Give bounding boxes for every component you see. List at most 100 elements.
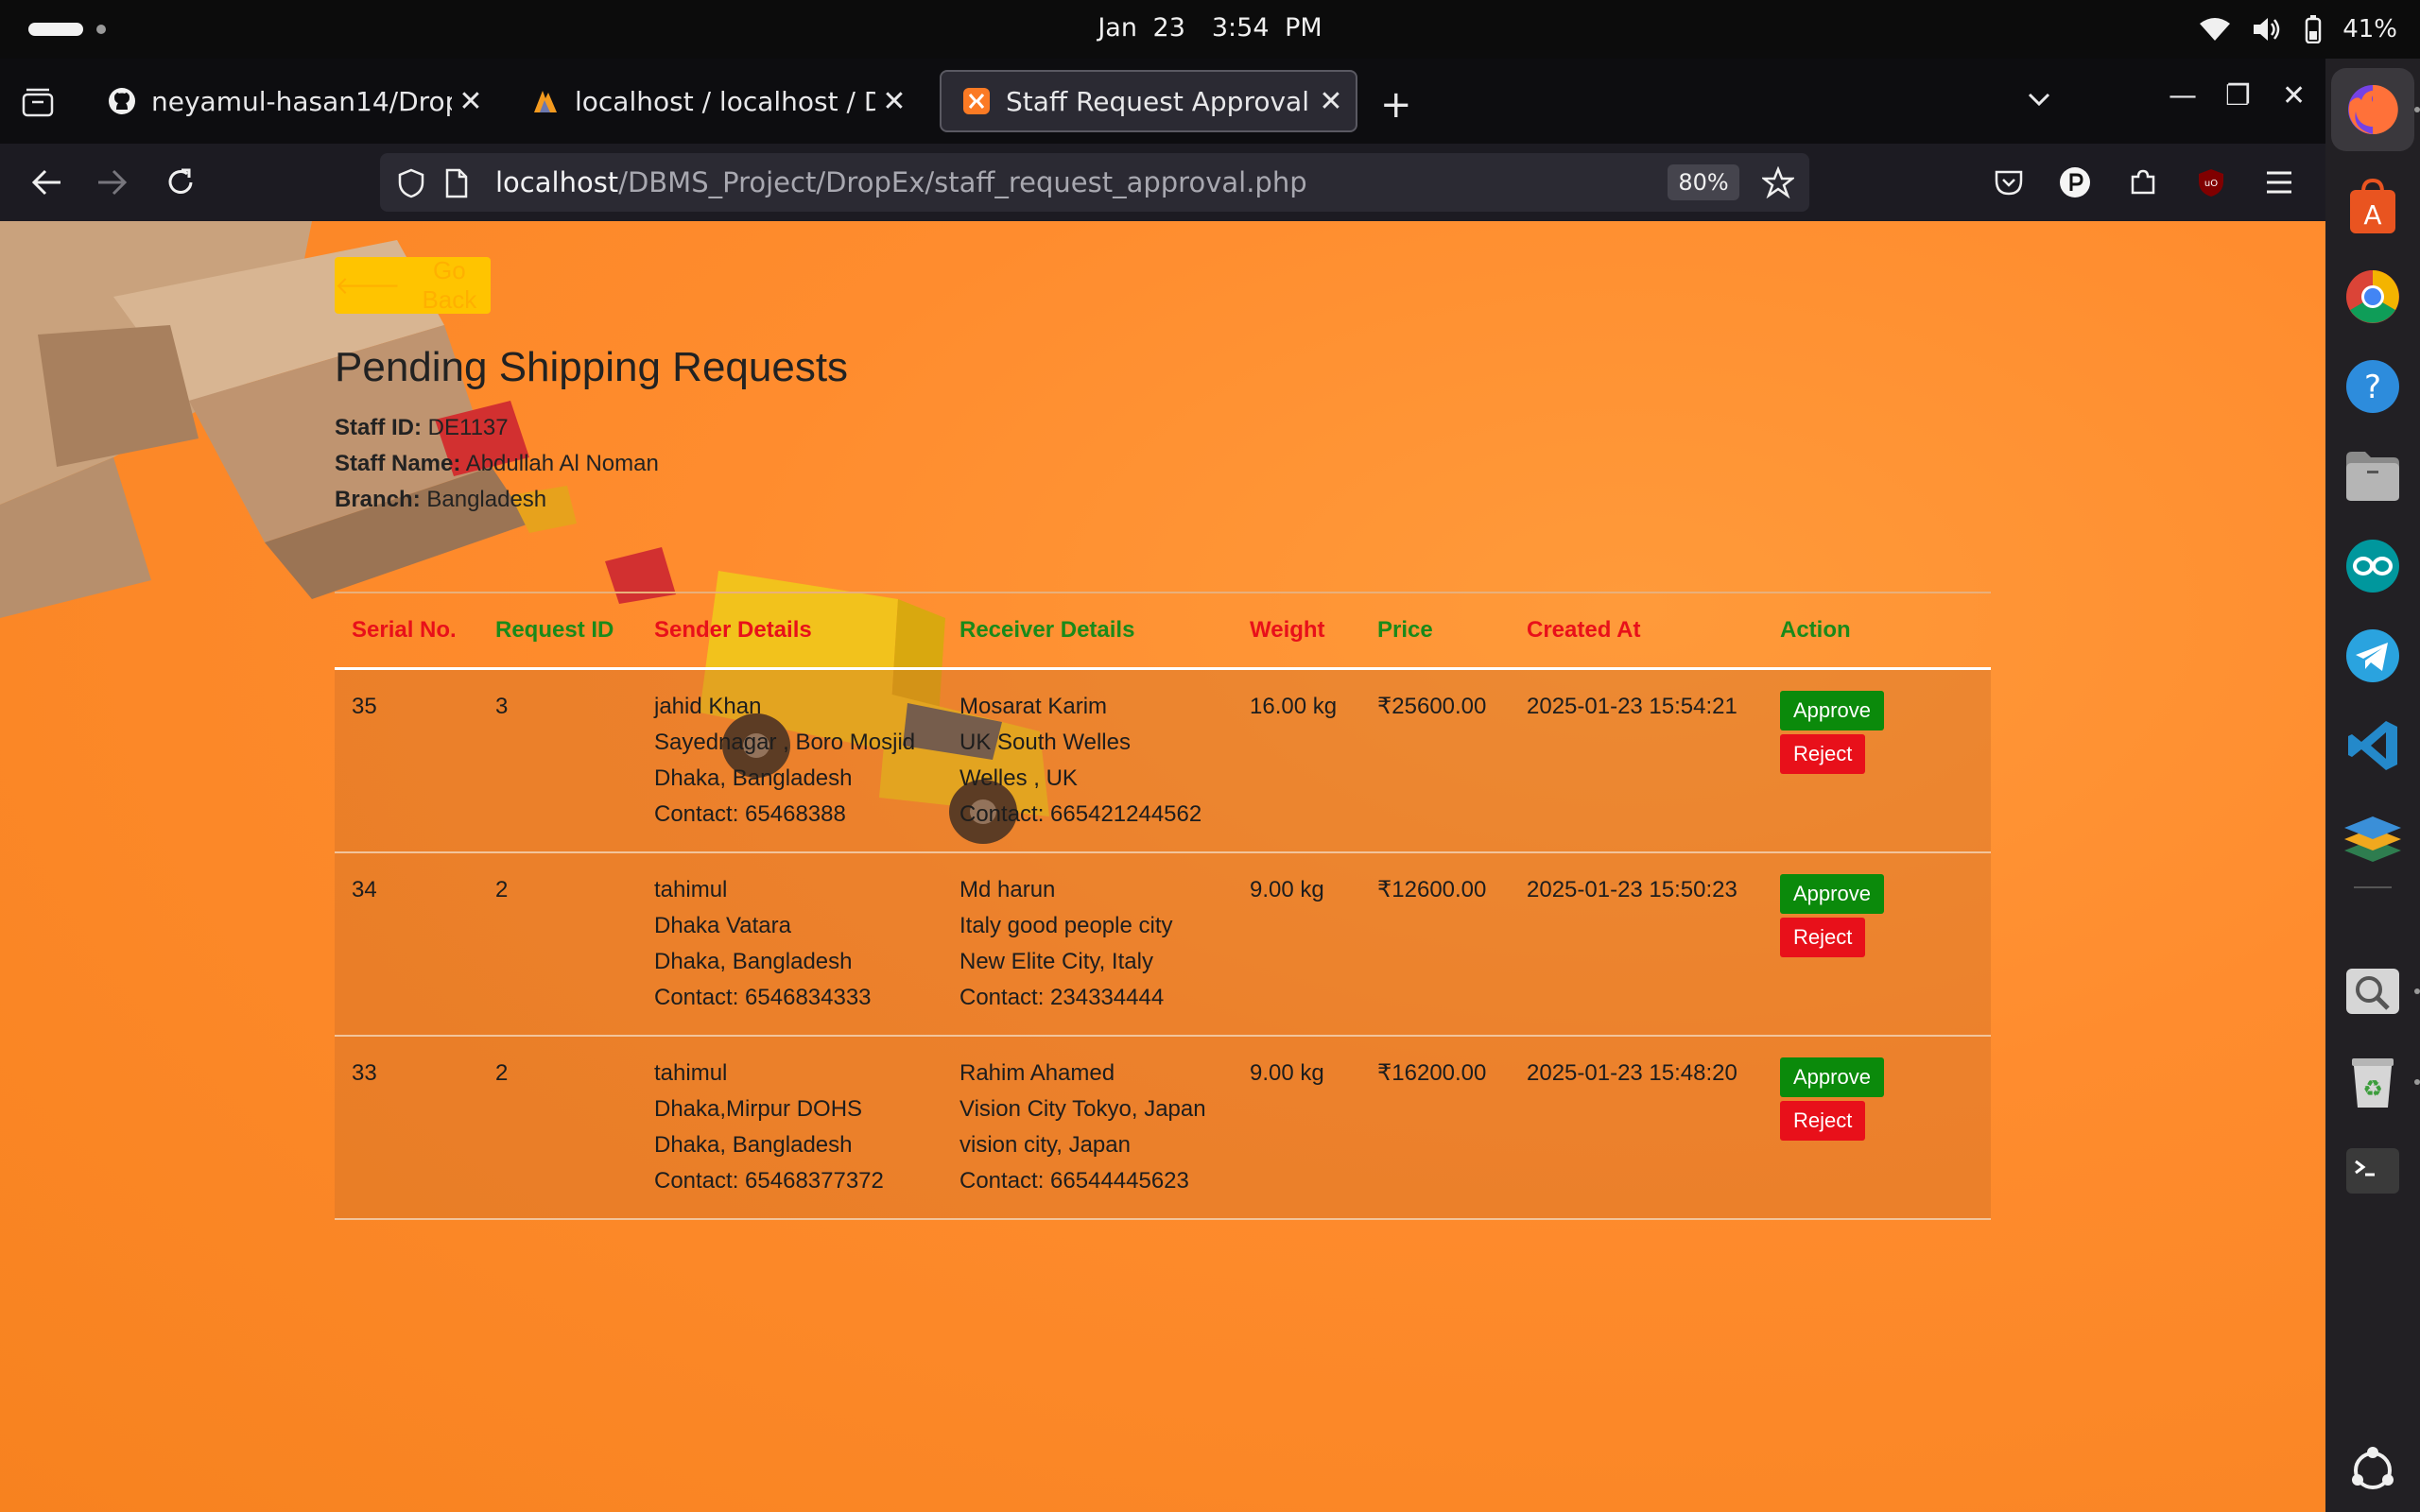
profile-p-icon (2060, 167, 2090, 198)
close-window-button[interactable]: ✕ (2282, 79, 2306, 112)
telegram-icon (2346, 629, 2399, 682)
shield-icon[interactable] (397, 168, 425, 198)
list-all-tabs-button[interactable] (2025, 85, 2053, 118)
col-weight: Weight (1250, 617, 1325, 643)
dock-arduino[interactable] (2342, 536, 2403, 596)
svg-text:?: ? (2364, 369, 2381, 406)
files-icon (2346, 452, 2399, 501)
dock-app-center[interactable]: A (2342, 177, 2403, 237)
xampp-icon (963, 88, 990, 114)
running-indicator (2414, 107, 2420, 112)
ublock-button[interactable]: uO (2191, 163, 2231, 202)
clock[interactable]: Jan 23 3:54 PM (0, 13, 2420, 43)
screenshot-icon (2346, 969, 2399, 1014)
dock-help[interactable]: ? (2342, 356, 2403, 417)
firefox-view-button[interactable] (21, 87, 55, 117)
tab-strip: neyamul-hasan14/DropEx ✕ localhost / loc… (0, 59, 2325, 144)
dock-telegram[interactable] (2342, 626, 2403, 686)
help-icon: ? (2346, 360, 2399, 413)
pocket-icon (1995, 170, 2023, 196)
puzzle-icon (2131, 169, 2155, 195)
reject-button[interactable]: Reject (1780, 918, 1866, 957)
col-receiver: Receiver Details (959, 617, 1135, 643)
url-bar[interactable]: localhost/DBMS_Project/DropEx/staff_requ… (380, 153, 1809, 212)
reload-icon (168, 168, 193, 194)
chevron-down-icon (2028, 93, 2050, 107)
arrow-left-icon: 🡐 (335, 270, 401, 300)
staff-id-line: Staff ID: DE1137 (335, 410, 659, 446)
minimize-button[interactable]: — (2169, 79, 2197, 112)
reject-button[interactable]: Reject (1780, 734, 1866, 774)
tab-staff-request-approval[interactable]: Staff Request Approval ✕ (940, 70, 1357, 132)
profile-button[interactable] (2055, 163, 2095, 202)
app-menu-button[interactable] (2259, 163, 2299, 202)
tab-close-button[interactable]: ✕ (452, 85, 490, 118)
restore-button[interactable]: ❐ (2225, 79, 2251, 112)
tab-title: Staff Request Approval (1006, 85, 1309, 117)
dock-screenshot[interactable] (2342, 961, 2403, 1022)
hamburger-menu-icon (2267, 171, 2291, 194)
url-text[interactable]: localhost/DBMS_Project/DropEx/staff_requ… (495, 166, 1307, 198)
approve-button[interactable]: Approve (1780, 874, 1884, 914)
cell-action: Approve Reject (1763, 852, 1991, 1036)
reload-button[interactable] (161, 163, 200, 202)
dock-terminal[interactable] (2342, 1141, 2403, 1201)
cell-created: 2025-01-23 15:48:20 (1527, 1060, 1737, 1086)
bookmark-star-icon[interactable] (1762, 166, 1794, 198)
cell-request-id: 2 (495, 1060, 509, 1086)
branch-line: Branch: Bangladesh (335, 482, 659, 518)
arduino-icon (2346, 540, 2399, 593)
ubuntu-apps-icon (2352, 1447, 2394, 1489)
dock-separator (2354, 886, 2392, 888)
arrow-right-icon (98, 169, 128, 196)
system-tray[interactable]: 41% (2199, 12, 2397, 46)
tab-close-button[interactable]: ✕ (875, 85, 913, 118)
cell-request-id: 3 (495, 694, 509, 719)
dock-vscode[interactable] (2342, 715, 2403, 776)
cell-serial: 34 (352, 877, 377, 902)
svg-text:uO: uO (2204, 179, 2218, 189)
tab-phpmyadmin[interactable]: localhost / localhost / Dro ✕ (510, 70, 919, 132)
dock-layers[interactable] (2342, 805, 2403, 866)
approve-button[interactable]: Approve (1780, 691, 1884, 730)
page-info-icon[interactable] (444, 168, 469, 198)
chrome-icon (2346, 270, 2399, 323)
cell-created: 2025-01-23 15:54:21 (1527, 694, 1737, 719)
cell-price: ₹16200.00 (1377, 1060, 1487, 1086)
page-title: Pending Shipping Requests (335, 344, 849, 390)
new-tab-button[interactable]: + (1380, 83, 1412, 127)
running-indicator (2414, 1079, 2420, 1085)
staff-name-value: Abdullah Al Noman (465, 451, 659, 476)
battery-percent: 41% (2342, 15, 2397, 43)
zoom-indicator[interactable]: 80% (1668, 164, 1739, 200)
cell-sender: tahimul Dhaka Vatara Dhaka, Bangladesh C… (654, 877, 872, 1010)
cell-weight: 9.00 kg (1250, 1060, 1324, 1086)
github-icon (109, 88, 135, 114)
back-button[interactable] (26, 163, 66, 202)
dock-chrome[interactable] (2342, 266, 2403, 327)
reject-button[interactable]: Reject (1780, 1101, 1866, 1141)
show-apps-button[interactable] (2342, 1440, 2403, 1501)
pocket-button[interactable] (1989, 163, 2029, 202)
approve-button[interactable]: Approve (1780, 1057, 1884, 1097)
dock-files[interactable] (2342, 446, 2403, 507)
go-back-label: Go Back (422, 256, 477, 314)
branch-value: Bangladesh (426, 487, 547, 512)
app-center-icon: A (2350, 179, 2395, 233)
dock-firefox[interactable] (2331, 68, 2414, 151)
go-back-button[interactable]: 🡐 Go Back (335, 256, 491, 314)
forward-button[interactable] (93, 163, 132, 202)
tab-close-button[interactable]: ✕ (1312, 85, 1350, 118)
url-host: localhost (495, 166, 619, 198)
ublock-origin-icon: uO (2199, 169, 2223, 197)
cell-receiver: Mosarat Karim UK South Welles Welles , U… (959, 694, 1202, 827)
staff-id-label: Staff ID: (335, 415, 422, 440)
cell-request-id: 2 (495, 877, 509, 902)
col-price: Price (1377, 617, 1433, 643)
cell-serial: 33 (352, 1060, 377, 1086)
dock-trash[interactable]: ♻ (2342, 1051, 2403, 1111)
tab-github[interactable]: neyamul-hasan14/DropEx ✕ (87, 70, 495, 132)
cell-receiver: Md harun Italy good people city New Elit… (959, 877, 1173, 1010)
cell-action: Approve Reject (1763, 669, 1991, 853)
extensions-button[interactable] (2123, 163, 2163, 202)
